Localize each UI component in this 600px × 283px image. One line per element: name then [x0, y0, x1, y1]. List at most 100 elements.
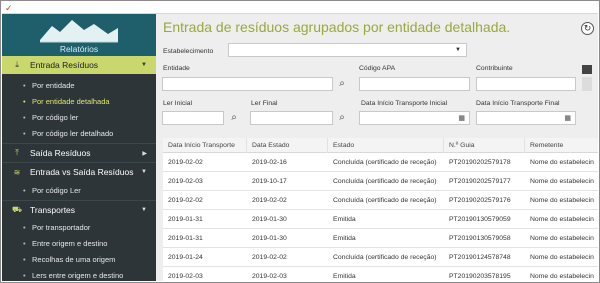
subnav-entre-origem-destino[interactable]: Entre origem e destino [2, 235, 156, 251]
data-inicio-final-label: Data Início Transporte Final [476, 100, 560, 107]
nav-label: Entrada Resíduos [30, 60, 99, 70]
nav-label: Entrada vs Saída Resíduos [30, 167, 134, 177]
column-header[interactable]: Data Estado [247, 138, 328, 153]
table-cell: PT20190202579176 [449, 197, 511, 204]
table-row[interactable]: 2019-01-31 2019-01-30 Emitida PT20190130… [163, 230, 598, 248]
table-row[interactable]: 2019-02-03 2019-10-17 Concluída (certifi… [163, 173, 598, 191]
truck-icon: ⛟ [11, 205, 23, 214]
contribuinte-label: Contribuinte [476, 65, 513, 72]
table-row[interactable]: 2019-02-03 2019-02-03 Emitida PT20190203… [163, 268, 598, 282]
table-cell: 2019-01-30 [252, 235, 287, 242]
table-cell: 2019-02-03 [168, 178, 203, 185]
table-cell: PT20190202579178 [449, 159, 511, 166]
table-cell: 2019-02-03 [168, 273, 203, 280]
subnav-por-entidade[interactable]: Por entidade [2, 77, 156, 93]
estabelecimento-select[interactable]: ▼ [228, 43, 467, 57]
subnav-recolhas-origem[interactable]: Recolhas de uma origem [2, 251, 156, 267]
ler-final-input[interactable] [250, 111, 333, 125]
page-title: Entrada de resíduos agrupados por entida… [163, 19, 511, 35]
table-cell: 2019-01-31 [168, 235, 203, 242]
subnav-lers-origem-destino[interactable]: Lers entre origem e destino [2, 267, 156, 282]
nav-entrada-residuos[interactable]: ⤓ Entrada Resíduos ▼ [2, 56, 156, 74]
table-row[interactable]: 2019-02-02 2019-02-02 Concluída (certifi… [163, 192, 598, 210]
calendar-icon[interactable]: ▦ [564, 114, 571, 122]
table-cell: Concluída (certificado de receção) [333, 254, 437, 261]
column-header[interactable]: Remetente [525, 138, 599, 153]
chevron-right-icon: ▶ [142, 150, 147, 157]
table-row[interactable]: 2019-01-31 2019-01-30 Emitida PT20190130… [163, 211, 598, 229]
subnav-por-transportador[interactable]: Por transportador [2, 219, 156, 235]
refresh-icon[interactable]: ↻ [581, 22, 594, 35]
table-header: Data Início Transporte Data Estado Estad… [163, 138, 598, 153]
table-cell: Nome do estabelecin [530, 178, 594, 185]
table-cell: Nome do estabelecin [530, 254, 594, 261]
main-content: Entrada de resíduos agrupados por entida… [156, 14, 598, 281]
ler-inicial-label: Ler Inicial [163, 100, 193, 107]
search-icon[interactable]: ⌕ [336, 78, 348, 90]
table-cell: 2019-02-02 [168, 159, 203, 166]
codigo-apa-label: Código APA [359, 65, 396, 72]
nav-entrada-vs-saida[interactable]: ≋ Entrada vs Saída Resíduos ▼ [2, 163, 156, 181]
app-icon: ✓ [5, 3, 13, 13]
column-header[interactable]: N.º Guia [444, 138, 525, 153]
table-cell: PT20190124578748 [449, 254, 511, 261]
subnav-por-codigo-ler-evs[interactable]: Por código Ler [2, 182, 156, 198]
contribuinte-input[interactable] [476, 77, 576, 91]
table-cell: Emitida [333, 216, 356, 223]
calendar-icon[interactable]: ▦ [458, 114, 465, 122]
search-icon[interactable]: ⌕ [228, 112, 240, 124]
mountain-logo-icon [40, 20, 118, 43]
caret-down-icon: ▼ [455, 47, 461, 53]
nav-transportes[interactable]: ⛟ Transportes ▼ [2, 201, 156, 219]
column-header[interactable]: Data Início Transporte [163, 138, 247, 153]
table-cell: 2019-02-02 [252, 197, 287, 204]
ler-final-label: Ler Final [251, 100, 278, 107]
table-cell: Nome do estabelecin [530, 235, 594, 242]
entidade-input[interactable] [162, 77, 333, 91]
table-cell: 2019-02-02 [168, 197, 203, 204]
table-cell: Concluída (certificado de receção) [333, 178, 437, 185]
chevron-down-icon: ▼ [141, 169, 147, 175]
subnav-por-entidade-detalhada[interactable]: Por entidade detalhada [2, 93, 156, 109]
data-inicio-final-input[interactable]: ▦ [476, 111, 576, 125]
chevron-down-icon: ▼ [141, 62, 147, 68]
title-bar: ✓ [2, 2, 598, 14]
data-inicio-inicial-label: Data Início Transporte Inicial [361, 100, 448, 107]
chevron-down-icon: ▼ [141, 207, 147, 213]
table-cell: PT20190202579177 [449, 178, 511, 185]
table-cell: PT20190130579058 [449, 235, 511, 242]
table-cell: Nome do estabelecin [530, 197, 594, 204]
codigo-apa-input[interactable] [359, 77, 470, 91]
app-window: ✓ Relatórios ⤓ Entrada Resíduos ▼ Por en… [0, 0, 600, 283]
table-row[interactable]: 2019-01-24 2019-02-02 Concluída (certifi… [163, 249, 598, 267]
table-cell: 2019-10-17 [252, 178, 287, 185]
search-icon[interactable]: ⌕ [336, 112, 348, 124]
table-cell: Emitida [333, 273, 356, 280]
table-cell: 2019-02-02 [252, 254, 287, 261]
table-cell: PT20190130579059 [449, 216, 511, 223]
clear-button[interactable] [582, 77, 592, 91]
subnav-por-codigo-ler[interactable]: Por código ler [2, 109, 156, 125]
table-cell: Concluída (certificado de receção) [333, 197, 437, 204]
table-cell: Emitida [333, 235, 356, 242]
results-table: Data Início Transporte Data Estado Estad… [163, 138, 598, 281]
download-icon: ⤓ [15, 60, 19, 69]
table-cell: 2019-02-03 [252, 273, 287, 280]
data-inicio-inicial-input[interactable]: ▦ [359, 111, 470, 125]
table-cell: 2019-02-16 [252, 159, 287, 166]
reports-logo[interactable]: Relatórios [2, 14, 156, 56]
table-cell: 2019-01-30 [252, 216, 287, 223]
estabelecimento-label: Estabelecimento [163, 48, 214, 55]
sidebar: Relatórios ⤓ Entrada Resíduos ▼ Por enti… [2, 14, 156, 281]
ler-inicial-input[interactable] [162, 111, 224, 125]
layers-icon: ≋ [13, 167, 21, 177]
toggle-button[interactable] [582, 65, 592, 74]
table-row[interactable]: 2019-02-02 2019-02-16 Concluída (certifi… [163, 154, 598, 172]
column-header[interactable]: Estado [328, 138, 444, 153]
nav-saida-residuos[interactable]: ⤒ Saída Resíduos ▶ [2, 144, 156, 162]
table-cell: PT20190203578195 [449, 273, 511, 280]
table-cell: Nome do estabelecin [530, 273, 594, 280]
nav-label: Transportes [30, 205, 76, 215]
subnav-por-codigo-ler-detalhado[interactable]: Por código ler detalhado [2, 125, 156, 141]
nav-label: Saída Resíduos [30, 148, 91, 158]
